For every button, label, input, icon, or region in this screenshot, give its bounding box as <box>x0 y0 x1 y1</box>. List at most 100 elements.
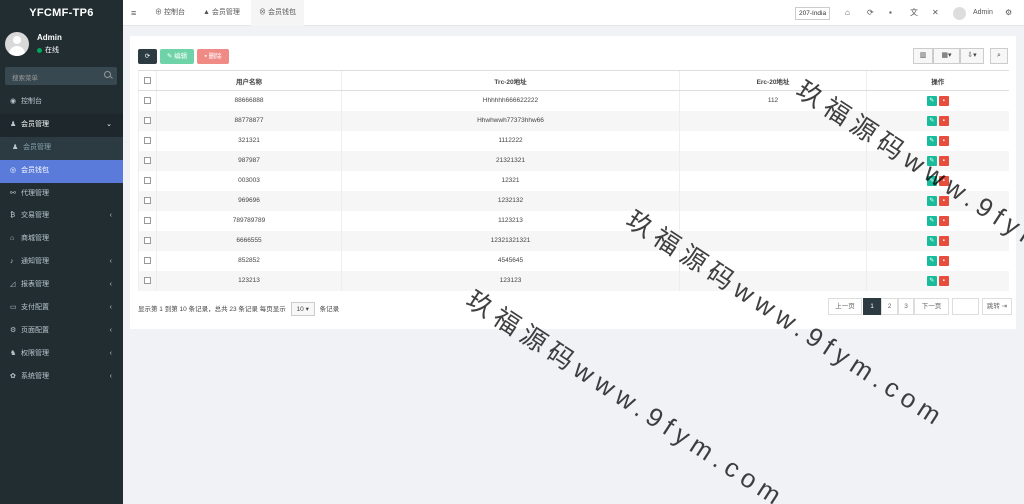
sidebar-item-6[interactable]: ⌂ 商城管理 <box>0 228 123 251</box>
select-all-checkbox[interactable] <box>138 70 157 91</box>
delete-row-icon[interactable]: ▪ <box>938 215 949 226</box>
sidebar-item-1[interactable]: ♟ 会员管理 ⌄ <box>0 113 123 137</box>
tab-dashboard[interactable]: ⊕ 控制台 <box>155 0 185 26</box>
delete-row-icon[interactable]: ▪ <box>938 135 949 146</box>
edit-row-icon[interactable]: ✎ <box>926 195 937 206</box>
search-icon[interactable]: ⌕ <box>990 48 1008 64</box>
delete-row-icon[interactable]: ▪ <box>938 275 949 286</box>
sidebar-item-10[interactable]: ⚙ 页面配置 ‹ <box>0 320 123 343</box>
sidebar-item-5[interactable]: ₿ 交易管理 ‹ <box>0 205 123 228</box>
fullscreen-icon[interactable]: ✕ <box>932 0 939 26</box>
cell-username: 88666888 <box>156 90 342 111</box>
export-icon[interactable]: ⇩▾ <box>960 48 984 64</box>
delete-row-icon[interactable]: ▪ <box>938 255 949 266</box>
col-trc20[interactable]: Trc-20地址 <box>341 70 680 91</box>
sidebar-item-label: 报表管理 <box>21 281 49 289</box>
sidebar-item-8[interactable]: ◿ 报表管理 ‹ <box>0 274 123 297</box>
delete-row-icon[interactable]: ▪ <box>938 155 949 166</box>
table-row[interactable]: 321321 1112222 ✎ ▪ <box>138 130 1009 151</box>
row-checkbox[interactable] <box>138 90 157 111</box>
prev-page-button[interactable]: 上一页 <box>828 298 862 315</box>
sidebar-item-7[interactable]: ♪ 通知管理 ‹ <box>0 251 123 274</box>
trash-icon[interactable]: ▪ <box>889 0 892 26</box>
sidebar-item-12[interactable]: ✿ 系统管理 ‹ <box>0 366 123 389</box>
row-checkbox[interactable] <box>138 190 157 211</box>
sidebar-item-2[interactable]: ♟ 会员管理 <box>0 136 123 160</box>
delete-row-icon[interactable]: ▪ <box>938 115 949 126</box>
edit-row-icon[interactable]: ✎ <box>926 275 937 286</box>
row-checkbox[interactable] <box>138 250 157 271</box>
region-select[interactable]: 207-India <box>795 7 831 20</box>
row-checkbox[interactable] <box>138 150 157 171</box>
refresh-button[interactable]: ⟳ <box>138 49 157 64</box>
edit-row-icon[interactable]: ✎ <box>926 175 937 186</box>
page-1-button[interactable]: 1 <box>863 298 881 315</box>
table-row[interactable]: 6666555 12321321321 ✎ ▪ <box>138 230 1009 251</box>
home-icon[interactable]: ⌂ <box>845 0 850 26</box>
admin-name[interactable]: Admin <box>973 0 993 26</box>
edit-row-icon[interactable]: ✎ <box>926 115 937 126</box>
sidebar-item-4[interactable]: ⚯ 代理管理 <box>0 183 123 206</box>
edit-row-icon[interactable]: ✎ <box>926 155 937 166</box>
edit-button[interactable]: ✎ 编辑 <box>160 49 194 64</box>
col-erc20[interactable]: Erc-20地址 <box>679 70 867 91</box>
delete-row-icon[interactable]: ▪ <box>938 95 949 106</box>
cell-erc20: 112 <box>679 90 867 111</box>
page-3-button[interactable]: 3 <box>898 298 914 315</box>
content-panel: ⟳ ✎ 编辑 ▪ 删除 ▥ ▦▾ ⇩▾ ⌕ 用户名称 Trc-20地址 Erc-… <box>130 36 1016 329</box>
sidebar-item-9[interactable]: ▭ 支付配置 ‹ <box>0 297 123 320</box>
table-row[interactable]: 789789789 1123213 ✎ ▪ <box>138 210 1009 231</box>
edit-row-icon[interactable]: ✎ <box>926 255 937 266</box>
row-checkbox[interactable] <box>138 110 157 131</box>
row-checkbox[interactable] <box>138 230 157 251</box>
row-checkbox[interactable] <box>138 270 157 291</box>
menu-toggle-icon[interactable]: ≡ <box>131 0 136 26</box>
row-checkbox[interactable] <box>138 210 157 231</box>
delete-button[interactable]: ▪ 删除 <box>197 49 229 64</box>
pagination-info: 显示第 1 到第 10 条记录，总共 23 条记录 每页显示 10 ▾ 条记录 <box>138 302 339 316</box>
jump-page-input[interactable] <box>952 298 979 315</box>
edit-row-icon[interactable]: ✎ <box>926 215 937 226</box>
toggle-view-icon[interactable]: ▥ <box>913 48 933 64</box>
cell-actions: ✎ ▪ <box>866 250 1009 271</box>
tab-member[interactable]: ▲ 会员管理 <box>203 0 240 26</box>
cell-username: 969696 <box>156 190 342 211</box>
sidebar-search-placeholder[interactable]: 搜索菜单 <box>12 72 38 82</box>
table-row[interactable]: 852852 4545645 ✎ ▪ <box>138 250 1009 271</box>
delete-row-icon[interactable]: ▪ <box>938 195 949 206</box>
jump-button[interactable]: 跳转 ⇥ <box>982 298 1012 315</box>
table-row[interactable]: 969696 1232132 ✎ ▪ <box>138 190 1009 211</box>
table-row[interactable]: 88778877 Hhwhwwh77373hhw66 ✎ ▪ <box>138 110 1009 131</box>
row-checkbox[interactable] <box>138 130 157 151</box>
delete-row-icon[interactable]: ▪ <box>938 175 949 186</box>
edit-row-icon[interactable]: ✎ <box>926 95 937 106</box>
translate-icon[interactable]: 文 <box>910 0 918 26</box>
page-2-button[interactable]: 2 <box>881 298 898 315</box>
cell-trc20: Hhwhwwh77373hhw66 <box>341 110 680 131</box>
sidebar-item-3[interactable]: ◎ 会员钱包 <box>0 159 123 183</box>
col-username[interactable]: 用户名称 <box>156 70 342 91</box>
table-row[interactable]: 003003 12321 ✎ ▪ <box>138 170 1009 191</box>
cell-username: 123213 <box>156 270 342 291</box>
edit-row-icon[interactable]: ✎ <box>926 135 937 146</box>
settings-icon[interactable]: ⚙ <box>1005 0 1012 26</box>
sidebar-item-11[interactable]: ♞ 权限管理 ‹ <box>0 343 123 366</box>
cell-erc20 <box>679 210 867 231</box>
tab-wallet[interactable]: ⊗ 会员钱包 <box>251 0 304 26</box>
table-row[interactable]: 123213 123123 ✎ ▪ <box>138 270 1009 291</box>
chevron-icon: ‹ <box>109 349 112 357</box>
delete-row-icon[interactable]: ▪ <box>938 235 949 246</box>
row-checkbox[interactable] <box>138 170 157 191</box>
edit-row-icon[interactable]: ✎ <box>926 235 937 246</box>
refresh-icon[interactable]: ⟳ <box>867 0 874 26</box>
page-size-select[interactable]: 10 ▾ <box>290 302 315 316</box>
table-row[interactable]: 88666888 Hhhhhh666622222 112 ✎ ▪ <box>138 90 1009 111</box>
admin-avatar[interactable] <box>953 7 966 20</box>
columns-icon[interactable]: ▦▾ <box>933 48 960 64</box>
sidebar-search[interactable]: 搜索菜单 <box>5 67 117 85</box>
next-page-button[interactable]: 下一页 <box>914 298 949 315</box>
sidebar-item-label: 会员管理 <box>23 143 51 151</box>
table-row[interactable]: 987987 21321321 ✎ ▪ <box>138 150 1009 171</box>
sidebar-item-0[interactable]: ◉ 控制台 <box>0 91 123 114</box>
search-icon[interactable] <box>104 71 111 78</box>
